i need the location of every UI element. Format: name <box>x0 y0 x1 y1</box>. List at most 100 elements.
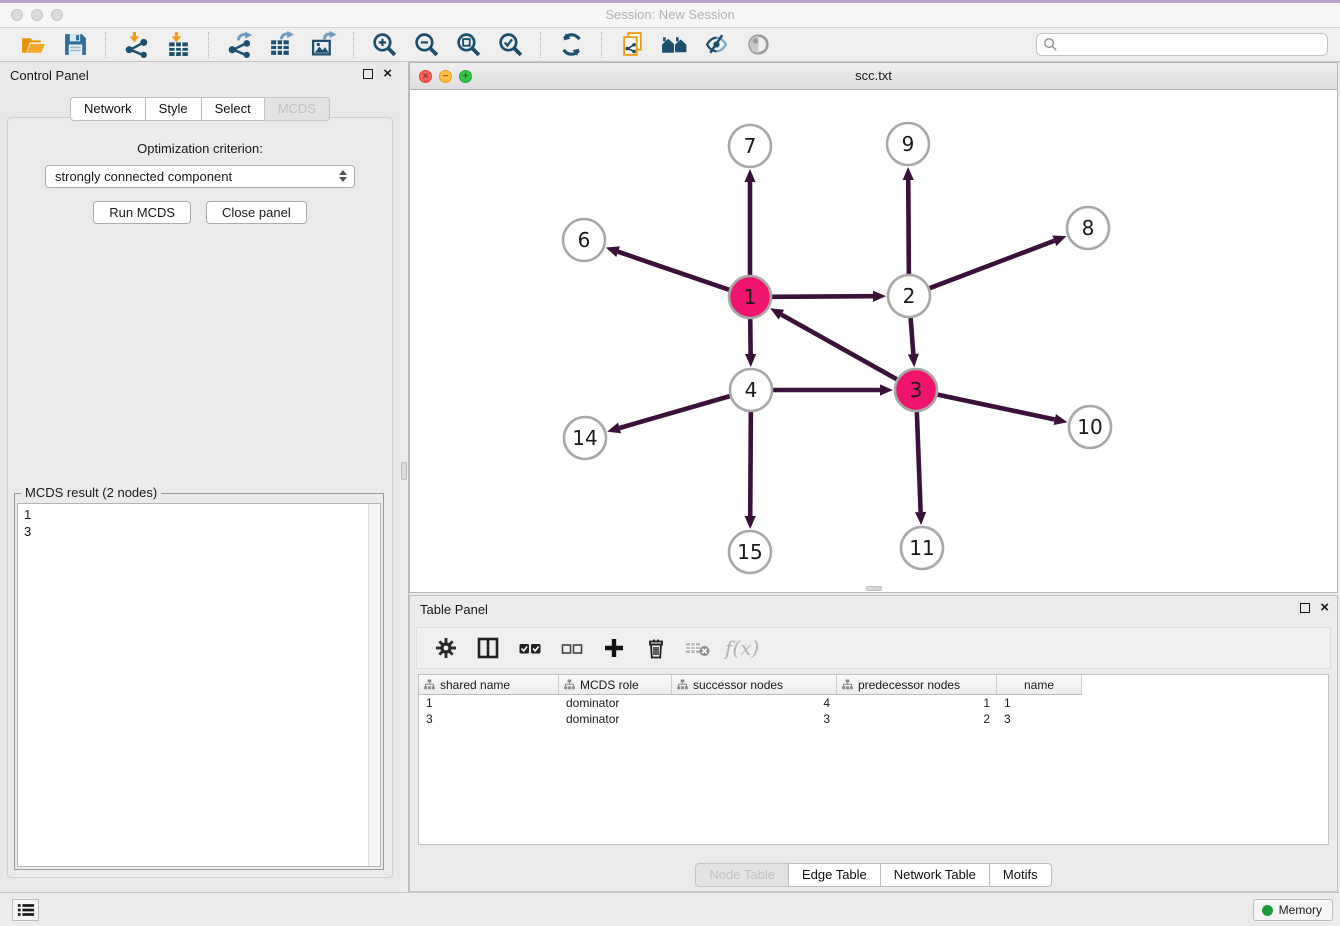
graph-node-8[interactable]: 8 <box>1067 207 1109 249</box>
table-toolbar: f(x) <box>416 627 1331 669</box>
minimize-window-icon[interactable]: − <box>439 70 452 83</box>
zoom-fit-icon[interactable] <box>452 31 484 59</box>
show-graphics-details-icon[interactable] <box>742 31 774 59</box>
create-column-icon[interactable] <box>597 631 631 665</box>
network-canvas[interactable]: 7 9 6 8 1 2 4 3 14 10 15 11 <box>410 90 1337 592</box>
column-header-predecessor-nodes[interactable]: predecessor nodes <box>837 675 997 695</box>
tab-edge-table[interactable]: Edge Table <box>788 863 881 887</box>
zoom-in-icon[interactable] <box>368 31 400 59</box>
column-header-shared-name[interactable]: shared name <box>419 675 559 695</box>
tab-select[interactable]: Select <box>201 97 265 121</box>
edge-3-10[interactable] <box>938 395 1055 420</box>
close-panel-icon[interactable]: × <box>383 68 392 80</box>
export-table-icon[interactable] <box>265 31 297 59</box>
unselect-all-columns-icon[interactable] <box>555 631 589 665</box>
table-cell[interactable]: 1 <box>837 695 997 711</box>
column-header-name[interactable]: name <box>997 675 1082 695</box>
table-cell[interactable]: 1 <box>419 695 559 711</box>
save-session-icon[interactable] <box>59 31 91 59</box>
edge-3-1[interactable] <box>781 315 896 380</box>
close-panel-button[interactable]: Close panel <box>206 201 307 224</box>
table-cell[interactable]: dominator <box>559 711 672 727</box>
graph-node-10[interactable]: 10 <box>1069 406 1111 448</box>
table-cell[interactable]: 3 <box>419 711 559 727</box>
edge-1-6[interactable] <box>618 252 729 290</box>
graph-node-6[interactable]: 6 <box>563 219 605 261</box>
graph-node-11[interactable]: 11 <box>901 527 943 569</box>
table-cell[interactable]: 4 <box>672 695 837 711</box>
graph-node-4[interactable]: 4 <box>730 369 772 411</box>
tab-mcds[interactable]: MCDS <box>264 97 330 121</box>
edge-3-11[interactable] <box>917 412 921 512</box>
memory-button[interactable]: Memory <box>1253 899 1333 921</box>
zoom-window-icon[interactable]: + <box>459 70 472 83</box>
tab-network[interactable]: Network <box>70 97 146 121</box>
close-panel-icon[interactable]: × <box>1320 602 1329 614</box>
table-settings-gear-icon[interactable] <box>429 631 463 665</box>
show-column-panel-icon[interactable] <box>471 631 505 665</box>
select-all-columns-icon[interactable] <box>513 631 547 665</box>
hide-selected-icon[interactable] <box>700 31 732 59</box>
vertical-splitter-handle[interactable] <box>401 462 407 480</box>
graph-node-14[interactable]: 14 <box>564 417 606 459</box>
zoom-selected-icon[interactable] <box>494 31 526 59</box>
list-icon <box>17 902 35 918</box>
tab-node-table[interactable]: Node Table <box>695 863 789 887</box>
delete-table-icon[interactable] <box>681 631 715 665</box>
graph-node-3[interactable]: 3 <box>895 369 937 411</box>
import-table-icon[interactable] <box>162 31 194 59</box>
edge-1-2[interactable] <box>772 296 873 297</box>
table-row[interactable]: 3dominator323 <box>419 711 1328 727</box>
close-window-icon[interactable]: × <box>419 70 432 83</box>
import-network-icon[interactable] <box>120 31 152 59</box>
search-input[interactable] <box>1063 38 1321 52</box>
graph-node-2[interactable]: 2 <box>888 275 930 317</box>
delete-column-icon[interactable] <box>639 631 673 665</box>
tab-network-table[interactable]: Network Table <box>880 863 990 887</box>
first-neighbors-icon[interactable] <box>658 31 690 59</box>
mcds-result-text[interactable]: 1 3 <box>17 503 381 867</box>
column-header-MCDS-role[interactable]: MCDS role <box>559 675 672 695</box>
float-panel-icon[interactable] <box>1300 603 1310 613</box>
table-cell[interactable]: 3 <box>672 711 837 727</box>
tab-style[interactable]: Style <box>145 97 202 121</box>
horizontal-splitter-handle[interactable] <box>866 586 882 591</box>
apply-layout-icon[interactable] <box>555 31 587 59</box>
graph-node-7[interactable]: 7 <box>729 125 771 167</box>
task-history-button[interactable] <box>12 899 39 921</box>
node-label: 11 <box>909 536 934 560</box>
open-session-icon[interactable] <box>17 31 49 59</box>
tab-motifs[interactable]: Motifs <box>989 863 1052 887</box>
graph-node-9[interactable]: 9 <box>887 123 929 165</box>
result-scrollbar[interactable] <box>368 504 380 866</box>
memory-label: Memory <box>1279 903 1322 917</box>
edge-arrowhead <box>744 169 755 182</box>
sort-hierarchy-icon <box>842 679 853 690</box>
edge-4-15[interactable] <box>750 412 751 516</box>
clone-network-icon[interactable] <box>616 31 648 59</box>
table-cell[interactable]: 1 <box>997 695 1082 711</box>
table-cell[interactable]: dominator <box>559 695 672 711</box>
export-image-icon[interactable] <box>307 31 339 59</box>
network-window-titlebar[interactable]: ×−+ scc.txt <box>410 63 1337 90</box>
edge-2-3[interactable] <box>911 318 914 354</box>
run-mcds-button[interactable]: Run MCDS <box>93 201 191 224</box>
edge-4-14[interactable] <box>620 396 730 428</box>
float-panel-icon[interactable] <box>363 69 373 79</box>
table-cell[interactable]: 3 <box>997 711 1082 727</box>
zoom-out-icon[interactable] <box>410 31 442 59</box>
edge-2-8[interactable] <box>930 241 1055 288</box>
table-cell[interactable]: 2 <box>837 711 997 727</box>
edge-2-9[interactable] <box>908 180 909 274</box>
toolbar-separator <box>208 32 209 58</box>
function-builder-icon[interactable]: f(x) <box>725 636 759 660</box>
graph-node-1[interactable]: 1 <box>729 276 771 318</box>
column-header-successor-nodes[interactable]: successor nodes <box>672 675 837 695</box>
table-row[interactable]: 1dominator411 <box>419 695 1328 711</box>
export-network-icon[interactable] <box>223 31 255 59</box>
table-panel-title: Table Panel <box>420 602 488 617</box>
graph-node-15[interactable]: 15 <box>729 531 771 573</box>
optimization-criterion-select[interactable]: strongly connected component <box>45 165 355 188</box>
search-box[interactable] <box>1036 33 1328 56</box>
vertical-splitter[interactable] <box>400 62 409 892</box>
